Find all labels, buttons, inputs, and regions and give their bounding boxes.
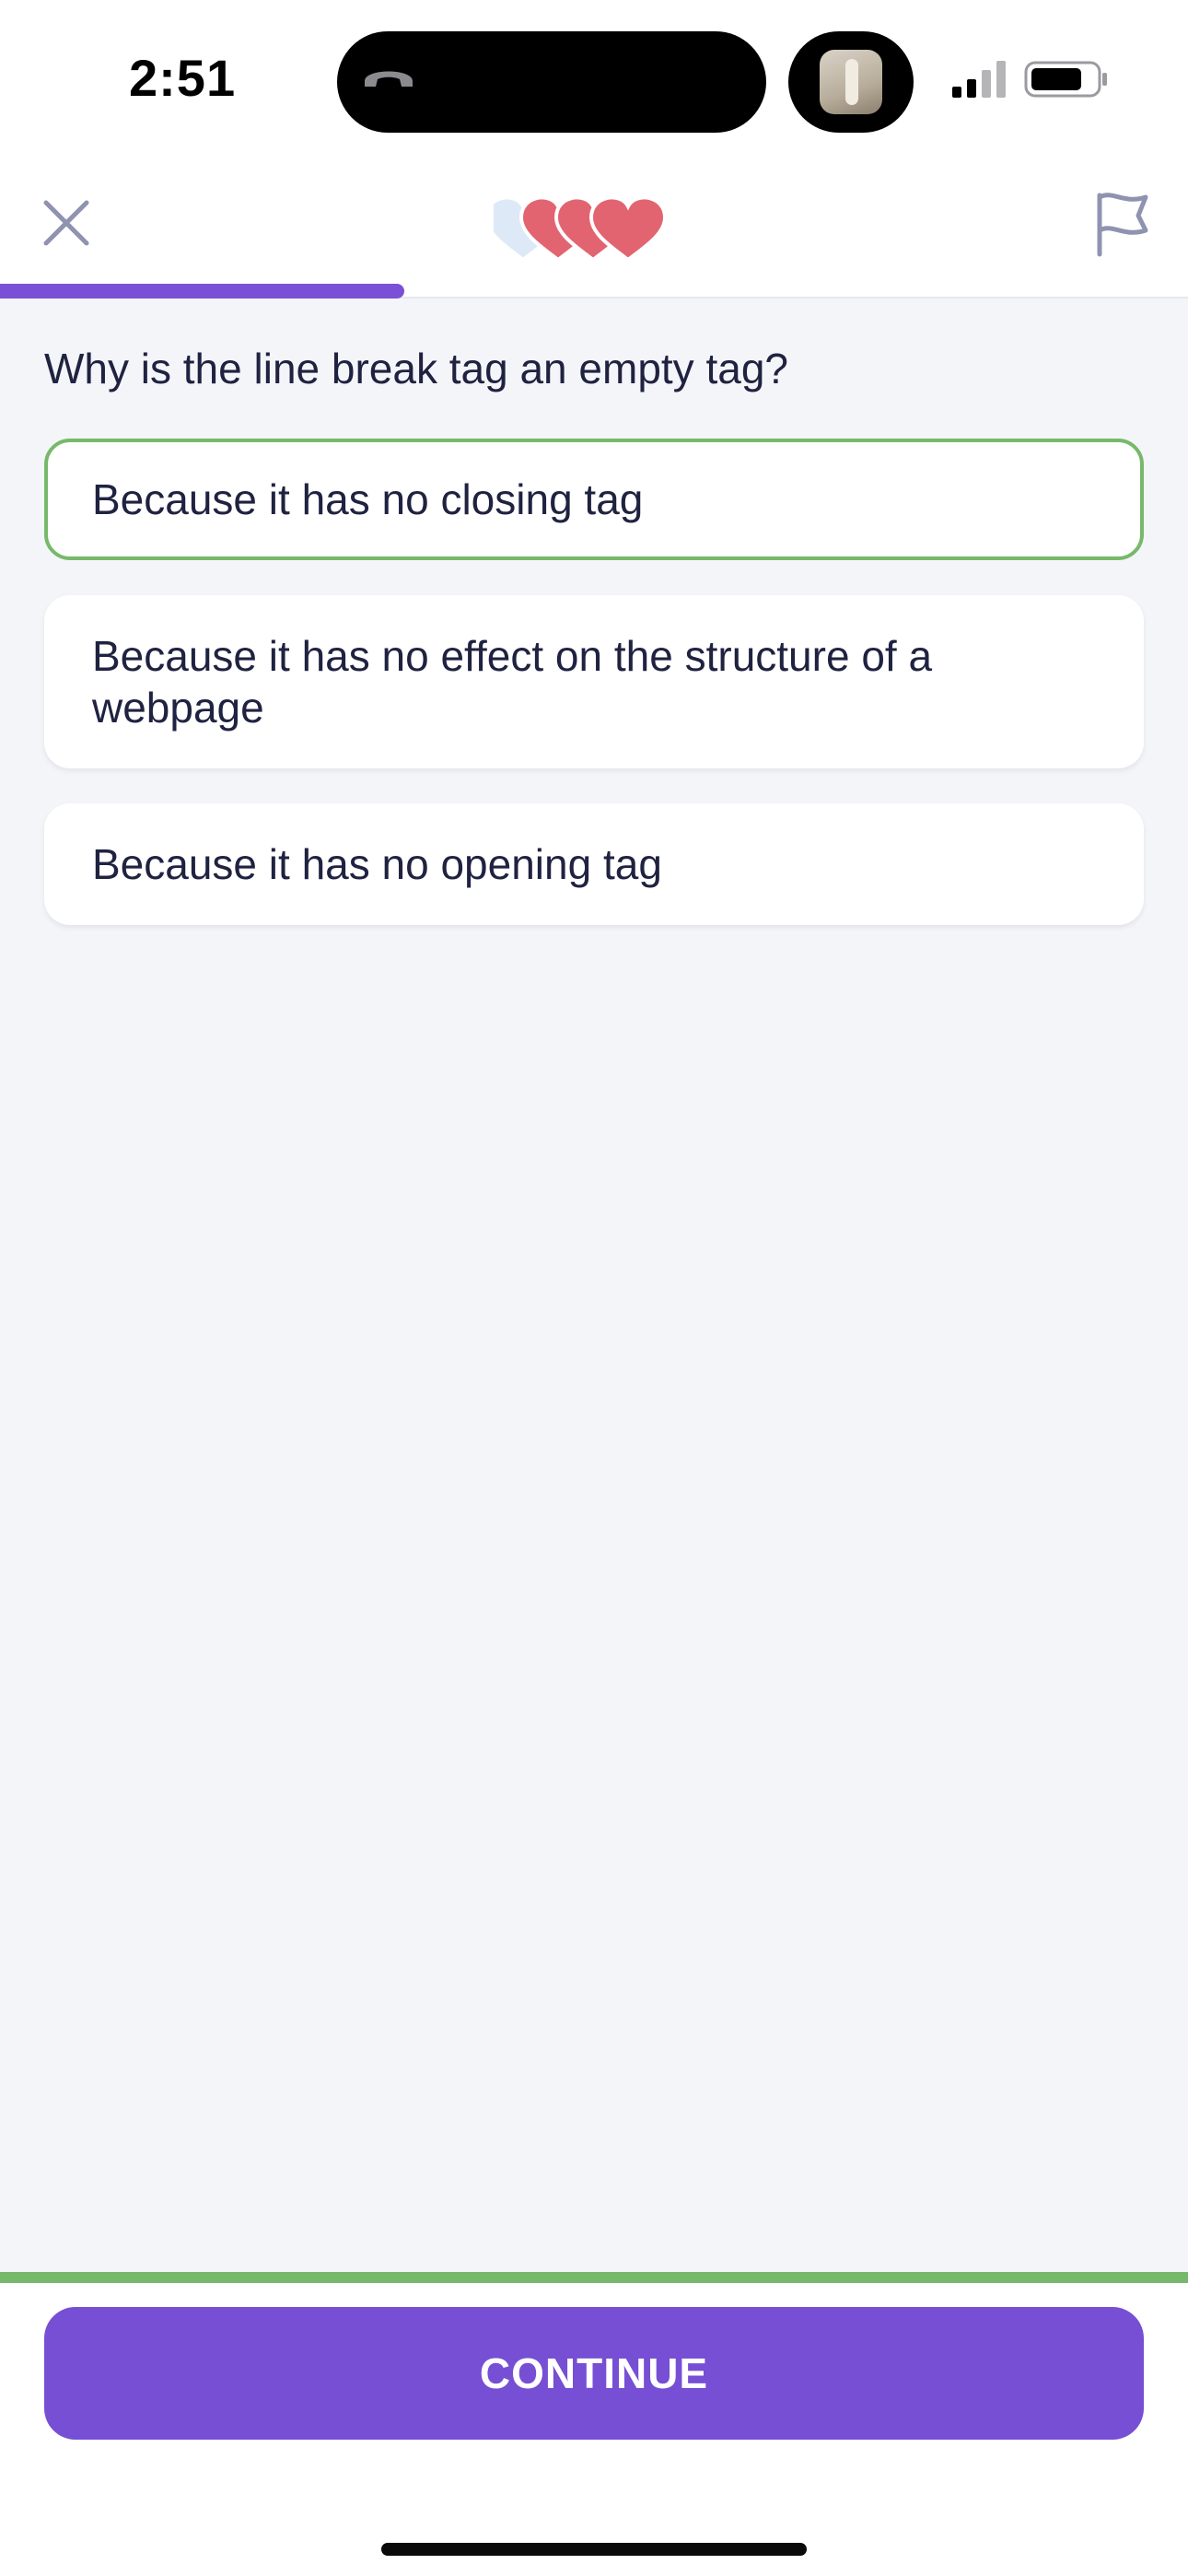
lesson-progress-fill xyxy=(0,284,404,299)
close-icon[interactable] xyxy=(37,193,96,252)
answer-option-2[interactable]: Because it has no effect on the structur… xyxy=(44,595,1144,768)
status-time: 2:51 xyxy=(129,49,237,107)
question-text: Why is the line break tag an empty tag? xyxy=(44,345,788,392)
continue-button[interactable]: CONTINUE xyxy=(44,2307,1144,2440)
lives-hearts xyxy=(494,195,668,263)
status-bar: 2:51 xyxy=(0,0,1188,166)
answer-options: Because it has no closing tag Because it… xyxy=(44,439,1144,960)
home-indicator[interactable] xyxy=(381,2543,807,2556)
answer-option-3[interactable]: Because it has no opening tag xyxy=(44,803,1144,925)
flag-icon[interactable] xyxy=(1090,190,1155,258)
live-activity-pill[interactable] xyxy=(788,31,914,133)
bottom-action-bar: CONTINUE xyxy=(0,2272,1188,2576)
lesson-header xyxy=(0,166,1188,299)
answer-option-1[interactable]: Because it has no closing tag xyxy=(44,439,1144,560)
phone-call-icon xyxy=(365,71,413,87)
lesson-progress-bar xyxy=(0,284,1188,299)
cellular-signal-icon xyxy=(952,61,1006,98)
battery-icon xyxy=(1024,61,1107,98)
dynamic-island[interactable] xyxy=(337,31,766,133)
contact-avatar xyxy=(820,50,882,114)
answer-feedback-accent xyxy=(0,2272,1188,2283)
